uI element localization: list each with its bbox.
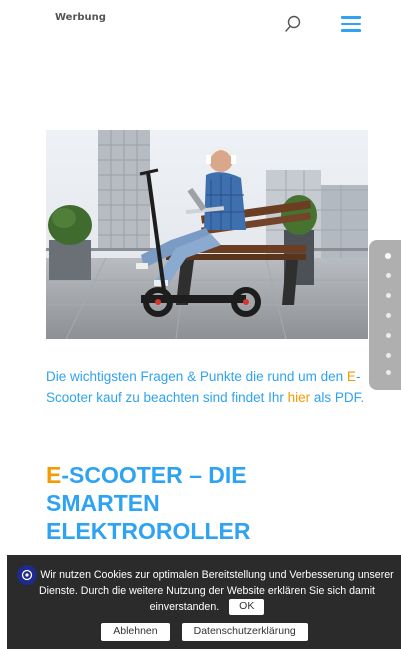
cookie-actions: Ablehnen Datenschutzerklärung: [7, 623, 401, 641]
intro-e-highlight: E: [346, 369, 356, 384]
title-e-highlight: E: [46, 462, 62, 488]
search-button[interactable]: [283, 14, 303, 34]
intro-text: Die wichtigsten Fragen & Punkte die rund…: [46, 369, 347, 384]
site-header: Werbung: [0, 0, 401, 60]
menu-button[interactable]: [341, 16, 361, 32]
nav-dot-7[interactable]: [386, 370, 391, 375]
nav-dot-5[interactable]: [386, 333, 391, 338]
intro-text-3: als PDF.: [310, 390, 365, 405]
pdf-link[interactable]: hier: [288, 390, 311, 405]
nav-dot-3[interactable]: [386, 293, 391, 298]
cookie-text: Wir nutzen Cookies zur optimalen Bereits…: [38, 569, 394, 613]
cookie-message: Wir nutzen Cookies zur optimalen Bereits…: [13, 567, 401, 616]
cookie-ok-button[interactable]: OK: [229, 599, 265, 616]
nav-dot-1[interactable]: [385, 253, 391, 259]
section-dot-navigation: [369, 240, 401, 390]
nav-dot-2[interactable]: [386, 273, 391, 278]
cookie-banner: Wir nutzen Cookies zur optimalen Bereits…: [7, 555, 401, 649]
nav-dot-6[interactable]: [386, 353, 391, 358]
nav-dot-4[interactable]: [386, 313, 391, 318]
intro-paragraph: Die wichtigsten Fragen & Punkte die rund…: [46, 366, 371, 408]
cookie-decline-button[interactable]: Ablehnen: [101, 623, 170, 641]
brand-label: Werbung: [55, 12, 106, 23]
search-icon: [285, 15, 301, 32]
hero-image: [46, 130, 368, 339]
title-text: -Scooter – die smarten Elektroroller: [46, 462, 251, 544]
page-title: E-Scooter – die smarten Elektroroller: [46, 461, 356, 545]
hamburger-menu-icon: [341, 16, 361, 19]
privacy-policy-button[interactable]: Datenschutzerklärung: [181, 623, 308, 641]
